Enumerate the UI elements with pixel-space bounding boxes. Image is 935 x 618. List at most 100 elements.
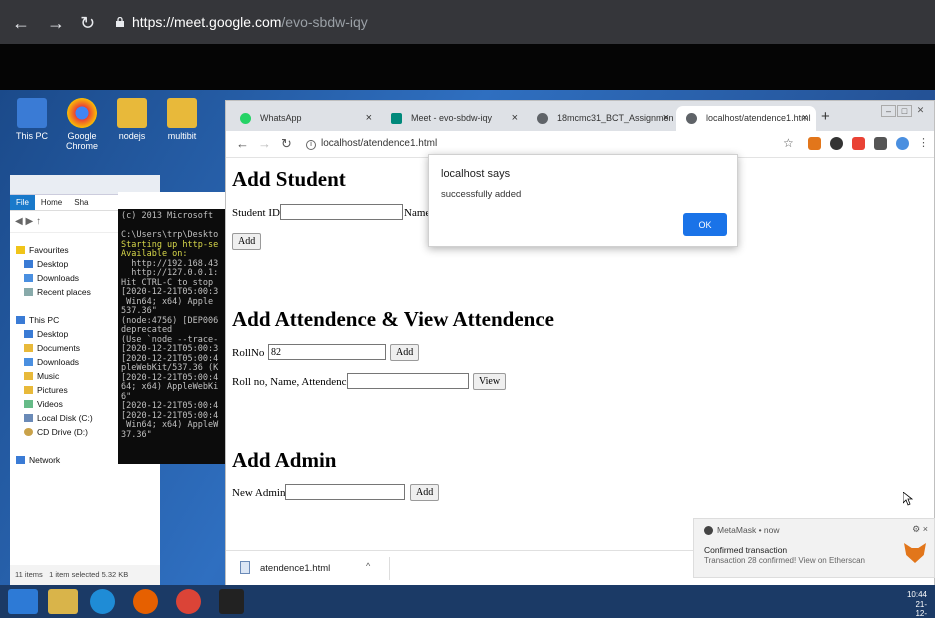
firefox-icon[interactable] bbox=[133, 589, 158, 614]
explorer-status-bar: 11 items 1 item selected 5.32 KB bbox=[10, 565, 160, 585]
metamask-icon bbox=[704, 526, 713, 535]
lock-icon bbox=[116, 17, 124, 27]
edge-icon[interactable] bbox=[90, 589, 115, 614]
notification-source: MetaMask • now bbox=[704, 525, 780, 535]
alert-dialog: localhost says successfully added OK bbox=[428, 154, 738, 247]
avatar[interactable] bbox=[896, 137, 909, 150]
network-icon bbox=[16, 456, 25, 464]
info-icon: i bbox=[306, 140, 316, 150]
pictures-icon bbox=[24, 386, 33, 394]
new-admin-label: New Admin bbox=[232, 487, 286, 499]
music-icon bbox=[24, 372, 33, 380]
divider bbox=[389, 557, 390, 580]
downloads-icon bbox=[24, 274, 33, 282]
reload-icon[interactable]: ↻ bbox=[80, 13, 95, 34]
ribbon-tab-home[interactable]: Home bbox=[35, 195, 68, 210]
add-attendance-button[interactable]: Add bbox=[390, 344, 420, 361]
videos-icon bbox=[24, 400, 33, 408]
add-student-button[interactable]: Add bbox=[232, 233, 262, 250]
outer-url[interactable]: https://meet.google.com/evo-sbdw-iqy bbox=[132, 14, 368, 30]
file-explorer-icon[interactable] bbox=[48, 589, 78, 614]
back-icon[interactable]: ← bbox=[236, 136, 249, 151]
menu-dots-icon[interactable]: ⋮ bbox=[918, 136, 929, 149]
view-attendance-button[interactable]: View bbox=[473, 373, 507, 390]
extension-icon[interactable] bbox=[830, 137, 843, 150]
desktop-icon-chrome[interactable]: Google Chrome bbox=[54, 98, 110, 151]
chrome-icon[interactable] bbox=[176, 589, 201, 614]
console-titlebar bbox=[118, 192, 228, 209]
clock-date[interactable]: 21-12-2020 bbox=[909, 600, 927, 618]
globe-icon bbox=[686, 113, 697, 124]
student-id-input[interactable] bbox=[280, 204, 403, 220]
attendance-heading: Add Attendence & View Attendence bbox=[232, 307, 554, 331]
close-tab-icon[interactable]: × bbox=[663, 112, 669, 124]
tab-meet[interactable]: Meet - evo-sbdw-iqy × bbox=[381, 106, 526, 131]
new-tab-button[interactable]: + bbox=[821, 108, 830, 125]
clock-time[interactable]: 10:44 bbox=[907, 590, 927, 599]
bookmark-star-icon[interactable]: ☆ bbox=[783, 136, 794, 150]
outer-browser-toolbar: ← → ↻ https://meet.google.com/evo-sbdw-i… bbox=[0, 0, 935, 44]
downloads-icon bbox=[24, 358, 33, 366]
download-filename[interactable]: atendence1.html bbox=[260, 563, 330, 574]
disk-icon bbox=[24, 414, 33, 422]
whatsapp-icon bbox=[240, 113, 251, 124]
back-icon[interactable]: ← bbox=[12, 13, 30, 34]
meet-icon bbox=[391, 113, 402, 124]
start-icon[interactable] bbox=[8, 589, 38, 614]
view-attendance-input[interactable] bbox=[347, 373, 469, 389]
mouse-cursor-icon bbox=[903, 492, 913, 506]
tab-localhost[interactable]: localhost/atendence1.html × bbox=[676, 106, 816, 131]
address-bar[interactable]: i localhost/atendence1.html bbox=[306, 138, 437, 150]
view-attendance-label: Roll no, Name, Attendence bbox=[232, 376, 352, 388]
puzzle-icon[interactable] bbox=[874, 137, 887, 150]
alert-ok-button[interactable]: OK bbox=[683, 213, 727, 236]
metamask-fox-icon bbox=[904, 543, 926, 563]
tab-strip: WhatsApp × Meet - evo-sbdw-iqy × 18mcmc3… bbox=[226, 101, 934, 131]
ribbon-tab-share[interactable]: Sha bbox=[68, 195, 94, 210]
rollno-input[interactable] bbox=[268, 344, 386, 360]
alert-message: successfully added bbox=[441, 189, 522, 200]
desktop-icon bbox=[24, 260, 33, 268]
extension-icon[interactable] bbox=[852, 137, 865, 150]
desktop-icon-this-pc[interactable]: This PC bbox=[4, 98, 60, 141]
folder-icon bbox=[167, 98, 197, 128]
metamask-extension-icon[interactable] bbox=[808, 137, 821, 150]
new-admin-input[interactable] bbox=[285, 484, 405, 500]
file-icon bbox=[240, 561, 250, 574]
student-id-label: Student ID bbox=[232, 207, 280, 219]
minimize-icon[interactable]: – bbox=[881, 105, 896, 117]
close-tab-icon[interactable]: × bbox=[366, 112, 372, 124]
close-window-icon[interactable]: ✕ bbox=[913, 105, 928, 117]
cmd-icon[interactable] bbox=[219, 589, 244, 614]
forward-icon[interactable]: → bbox=[258, 136, 271, 151]
close-tab-icon[interactable]: × bbox=[802, 112, 808, 124]
ribbon-tab-file[interactable]: File bbox=[10, 195, 35, 210]
globe-icon bbox=[537, 113, 548, 124]
name-label: Name bbox=[404, 207, 431, 219]
tab-assignment[interactable]: 18mcmc31_BCT_Assignmen × bbox=[527, 106, 677, 131]
add-admin-heading: Add Admin bbox=[232, 448, 337, 472]
forward-icon[interactable]: → bbox=[47, 13, 65, 34]
alert-title: localhost says bbox=[441, 168, 511, 180]
console-line: 37.36" bbox=[121, 429, 152, 440]
desktop-icon bbox=[24, 330, 33, 338]
star-icon bbox=[16, 246, 25, 254]
notification-title: Confirmed transaction bbox=[704, 545, 788, 555]
metamask-notification[interactable]: MetaMask • now ⚙ × Confirmed transaction… bbox=[693, 518, 935, 578]
add-student-heading: Add Student bbox=[232, 167, 346, 191]
command-prompt: (c) 2013 Microsoft C:\Users\trp\Deskto St… bbox=[118, 209, 228, 464]
notification-controls[interactable]: ⚙ × bbox=[912, 524, 928, 535]
computer-icon bbox=[17, 98, 47, 128]
console-line: 64; x64) AppleWebKi bbox=[121, 382, 219, 392]
chevron-up-icon[interactable]: ^ bbox=[366, 561, 370, 571]
desktop-icon-multibit[interactable]: multibit bbox=[154, 98, 210, 141]
desktop-icon-nodejs[interactable]: nodejs bbox=[104, 98, 160, 141]
recent-icon bbox=[24, 288, 33, 296]
console-line: (c) 2013 Microsoft bbox=[121, 211, 214, 221]
add-admin-button[interactable]: Add bbox=[410, 484, 440, 501]
taskbar: 10:44 21-12-2020 bbox=[0, 585, 935, 618]
maximize-icon[interactable]: □ bbox=[897, 105, 912, 117]
close-tab-icon[interactable]: × bbox=[512, 112, 518, 124]
tab-whatsapp[interactable]: WhatsApp × bbox=[230, 106, 380, 131]
reload-icon[interactable]: ↻ bbox=[281, 136, 292, 152]
